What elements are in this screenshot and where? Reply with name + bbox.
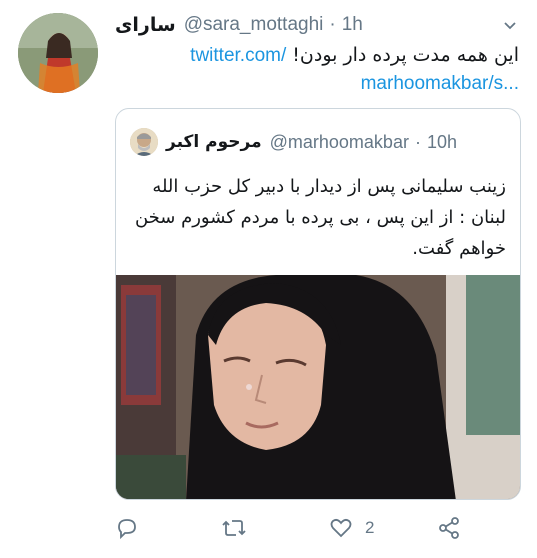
- author-name[interactable]: سارای: [115, 14, 176, 36]
- author-avatar[interactable]: [18, 13, 98, 93]
- quoted-text: زینب سلیمانی پس از دیدار با دبیر کل حزب …: [134, 176, 506, 259]
- tweet-body: این همه مدت پرده دار بودن!: [292, 44, 519, 66]
- quoted-author-name[interactable]: مرحوم اکبر: [166, 132, 262, 152]
- tweet-actions: 2: [115, 516, 525, 546]
- heart-icon: [329, 516, 353, 540]
- tweet-text: این همه مدت پرده دار بودن! twitter.com/: [115, 42, 519, 69]
- quoted-time[interactable]: 10h: [427, 132, 457, 153]
- quoted-tweet[interactable]: مرحوم اکبر @marhoomakbar · 10h زینب سلیم…: [115, 108, 521, 500]
- separator-dot: ·: [329, 14, 336, 35]
- reply-button[interactable]: [115, 516, 139, 540]
- chevron-down-icon[interactable]: [503, 18, 517, 32]
- retweet-icon: [221, 516, 247, 540]
- share-button[interactable]: [437, 516, 461, 540]
- tweet-header: سارای @sara_mottaghi · 1h: [115, 10, 517, 40]
- share-icon: [437, 516, 461, 540]
- tweet-link-part1[interactable]: twitter.com/: [190, 45, 286, 66]
- like-button[interactable]: 2: [329, 516, 374, 540]
- author-handle[interactable]: @sara_mottaghi: [184, 14, 324, 36]
- quoted-header: مرحوم اکبر @marhoomakbar · 10h: [130, 127, 457, 157]
- quoted-avatar[interactable]: [130, 128, 158, 156]
- reply-icon: [115, 516, 139, 540]
- tweet-time[interactable]: 1h: [342, 14, 363, 36]
- like-count: 2: [365, 518, 375, 537]
- tweet-link-part2[interactable]: marhoomakbar/s...: [361, 73, 519, 95]
- quoted-photo[interactable]: [116, 275, 520, 499]
- quoted-author-handle[interactable]: @marhoomakbar: [270, 132, 409, 153]
- retweet-button[interactable]: [221, 516, 247, 540]
- separator-dot: ·: [414, 131, 421, 152]
